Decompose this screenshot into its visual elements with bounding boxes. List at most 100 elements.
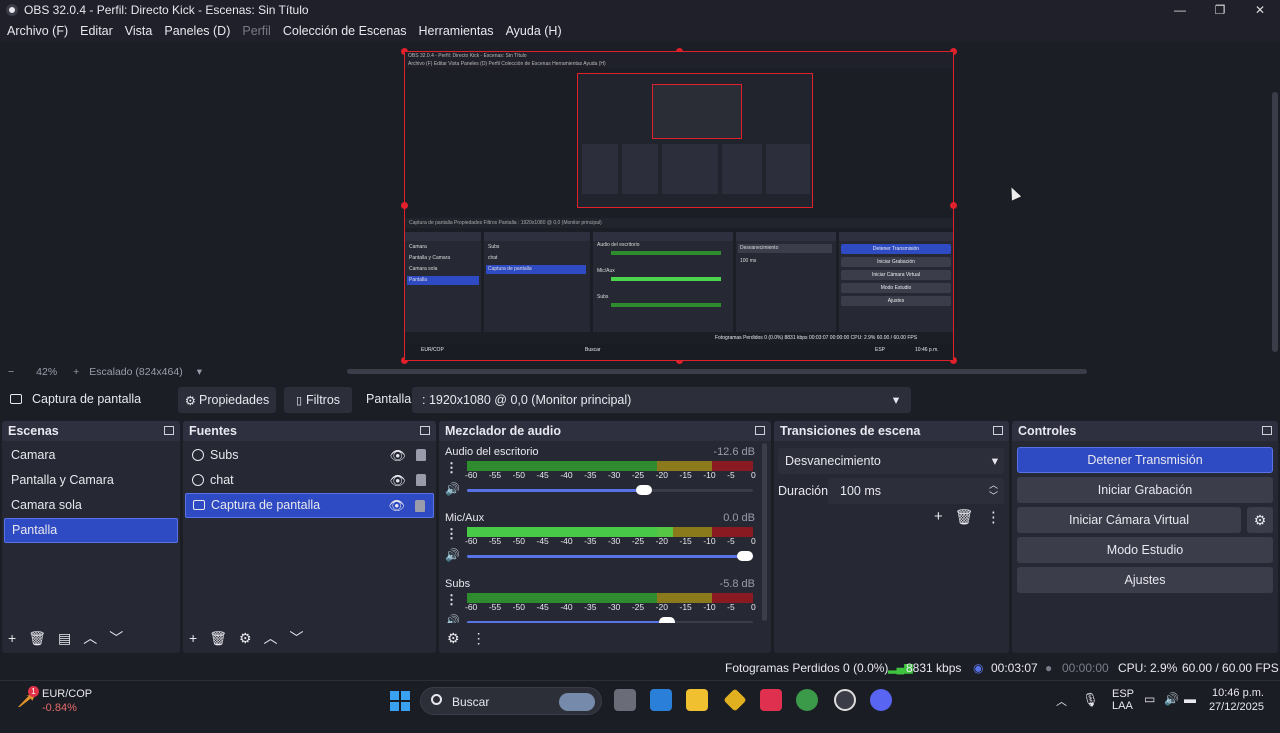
move-up-button[interactable]: ︿ — [83, 628, 97, 648]
music-icon[interactable] — [760, 689, 782, 711]
remove-scene-button[interactable]: 🗑 — [28, 630, 46, 647]
resize-handle[interactable] — [950, 202, 957, 209]
eye-icon[interactable]: 👁 — [388, 494, 405, 517]
discord-icon[interactable] — [870, 689, 892, 711]
binance-icon[interactable] — [723, 688, 747, 712]
menu-edit[interactable]: Editar — [80, 24, 113, 38]
virtual-camera-settings-button[interactable]: ⚙ — [1247, 507, 1273, 533]
chevron-up-icon[interactable]: ︿ — [1056, 693, 1067, 733]
move-up-button[interactable]: ︿ — [264, 628, 278, 648]
captured-control: Detener Transmisión — [841, 244, 951, 254]
lock-icon[interactable] — [416, 474, 426, 486]
lock-icon[interactable] — [415, 500, 425, 512]
file-explorer-icon[interactable] — [686, 689, 708, 711]
close-button[interactable]: ✕ — [1240, 0, 1280, 20]
obs-taskbar-icon[interactable] — [834, 689, 856, 711]
add-source-button[interactable]: + — [189, 630, 197, 646]
battery-icon[interactable]: ▬ — [1184, 692, 1196, 732]
mixer-scrollbar[interactable] — [762, 443, 767, 621]
chrome-icon[interactable] — [796, 689, 818, 711]
source-item-chat[interactable]: chat 👁 — [185, 468, 434, 493]
menu-tools[interactable]: Herramientas — [419, 24, 494, 38]
scene-item-camara[interactable]: Camara — [4, 443, 178, 468]
source-properties-button[interactable]: ⚙ — [239, 630, 252, 647]
taskbar-search[interactable]: Buscar — [420, 687, 602, 715]
minimize-button[interactable]: — — [1160, 0, 1200, 20]
menu-profile[interactable]: Perfil — [242, 24, 270, 38]
language-indicator[interactable]: ESP LAA — [1112, 688, 1134, 728]
speaker-icon[interactable]: 🔊 — [445, 548, 460, 562]
settings-button[interactable]: Ajustes — [1017, 567, 1273, 593]
selected-source-name: Captura de pantalla — [32, 392, 142, 406]
task-view-icon[interactable] — [614, 689, 636, 711]
duration-input[interactable]: 100 ms ︿ ﹀ — [828, 478, 1004, 504]
volume-slider[interactable] — [467, 485, 753, 495]
volume-slider[interactable] — [467, 551, 753, 561]
meter-tick-label: -25 — [631, 470, 645, 480]
menu-help[interactable]: Ayuda (H) — [506, 24, 562, 38]
slider-knob[interactable] — [636, 485, 653, 495]
taskbar-clock[interactable]: 10:46 p.m. 27/12/2025 — [1209, 686, 1264, 714]
transition-menu-button[interactable]: ⋮ — [986, 508, 1001, 526]
advanced-audio-button[interactable]: ⚙ — [447, 630, 460, 647]
channel-menu-icon[interactable]: ⋮ — [445, 526, 458, 542]
microphone-icon[interactable]: 🎙 — [1082, 692, 1099, 732]
slider-knob[interactable] — [737, 551, 753, 561]
start-recording-button[interactable]: Iniciar Grabación — [1017, 477, 1273, 503]
studio-mode-button[interactable]: Modo Estudio — [1017, 537, 1273, 563]
menu-view[interactable]: Vista — [125, 24, 153, 38]
undock-icon[interactable] — [993, 426, 1003, 435]
resize-handle[interactable] — [401, 202, 408, 209]
scene-item-camara-sola[interactable]: Camara sola — [4, 493, 178, 518]
network-icon[interactable]: ▭ — [1144, 692, 1155, 732]
undock-icon[interactable] — [755, 426, 765, 435]
start-button[interactable] — [390, 691, 410, 711]
undock-icon[interactable] — [420, 426, 430, 435]
move-down-button[interactable]: ﹀ — [290, 628, 304, 648]
move-down-button[interactable]: ﹀ — [109, 628, 123, 648]
undock-icon[interactable] — [1262, 426, 1272, 435]
display-select[interactable]: : 1920x1080 @ 0,0 (Monitor principal) ▾ — [412, 387, 911, 413]
preview-horizontal-scrollbar[interactable] — [347, 369, 1087, 374]
zoom-in-button[interactable]: + — [73, 366, 79, 378]
speaker-icon[interactable]: 🔊 — [445, 614, 460, 623]
source-item-captura-de-pantalla[interactable]: Captura de pantalla 👁 — [185, 493, 434, 518]
add-scene-button[interactable]: + — [8, 630, 16, 646]
duration-stepper[interactable]: ︿ ﹀ — [989, 480, 998, 502]
undock-icon[interactable] — [164, 426, 174, 435]
scaling-dropdown[interactable]: ▾ — [197, 366, 202, 378]
remove-transition-button[interactable]: 🗑 — [955, 508, 974, 526]
preview-vertical-scrollbar[interactable] — [1272, 92, 1278, 352]
volume-icon[interactable]: 🔊 — [1164, 692, 1179, 732]
stop-streaming-button[interactable]: Detener Transmisión — [1017, 447, 1273, 473]
notification-badge: 1 — [28, 686, 39, 697]
mixer-menu-button[interactable]: ⋮ — [472, 630, 486, 647]
menu-docks[interactable]: Paneles (D) — [164, 24, 230, 38]
lock-icon[interactable] — [416, 449, 426, 461]
menu-scene-collection[interactable]: Colección de Escenas — [283, 24, 407, 38]
scene-item-pantalla-y-camara[interactable]: Pantalla y Camara — [4, 468, 178, 493]
start-virtual-camera-button[interactable]: Iniciar Cámara Virtual — [1017, 507, 1241, 533]
channel-db: -5.8 dB — [719, 578, 755, 590]
captured-menu: Archivo (F) Editar Vista Paneles (D) Per… — [405, 60, 953, 68]
eye-icon[interactable]: 👁 — [389, 468, 406, 493]
eye-icon[interactable]: 👁 — [389, 443, 406, 468]
source-item-subs[interactable]: Subs 👁 — [185, 443, 434, 468]
channel-menu-icon[interactable]: ⋮ — [445, 592, 458, 608]
preview-canvas[interactable]: OBS 32.0.4 - Perfil: Directo Kick - Esce… — [401, 48, 957, 364]
filters-button[interactable]: ▯ Filtros — [284, 387, 352, 413]
scene-filters-button[interactable]: ▤ — [58, 630, 71, 647]
speaker-icon[interactable]: 🔊 — [445, 482, 460, 496]
maximize-button[interactable]: ❐ — [1200, 0, 1240, 20]
remove-source-button[interactable]: 🗑 — [209, 630, 227, 647]
store-icon[interactable] — [650, 689, 672, 711]
menu-file[interactable]: Archivo (F) — [7, 24, 68, 38]
scene-item-pantalla[interactable]: Pantalla — [4, 518, 178, 543]
zoom-out-button[interactable]: − — [8, 366, 14, 378]
add-transition-button[interactable]: + — [934, 508, 943, 526]
transition-select[interactable]: Desvanecimiento ▾ — [778, 448, 1004, 474]
properties-button[interactable]: ⚙ Propiedades — [178, 387, 276, 413]
scene-list: Camara Pantalla y Camara Camara sola Pan… — [2, 441, 180, 543]
channel-menu-icon[interactable]: ⋮ — [445, 460, 458, 476]
captured-scene: Pantalla y Camara — [409, 255, 451, 261]
